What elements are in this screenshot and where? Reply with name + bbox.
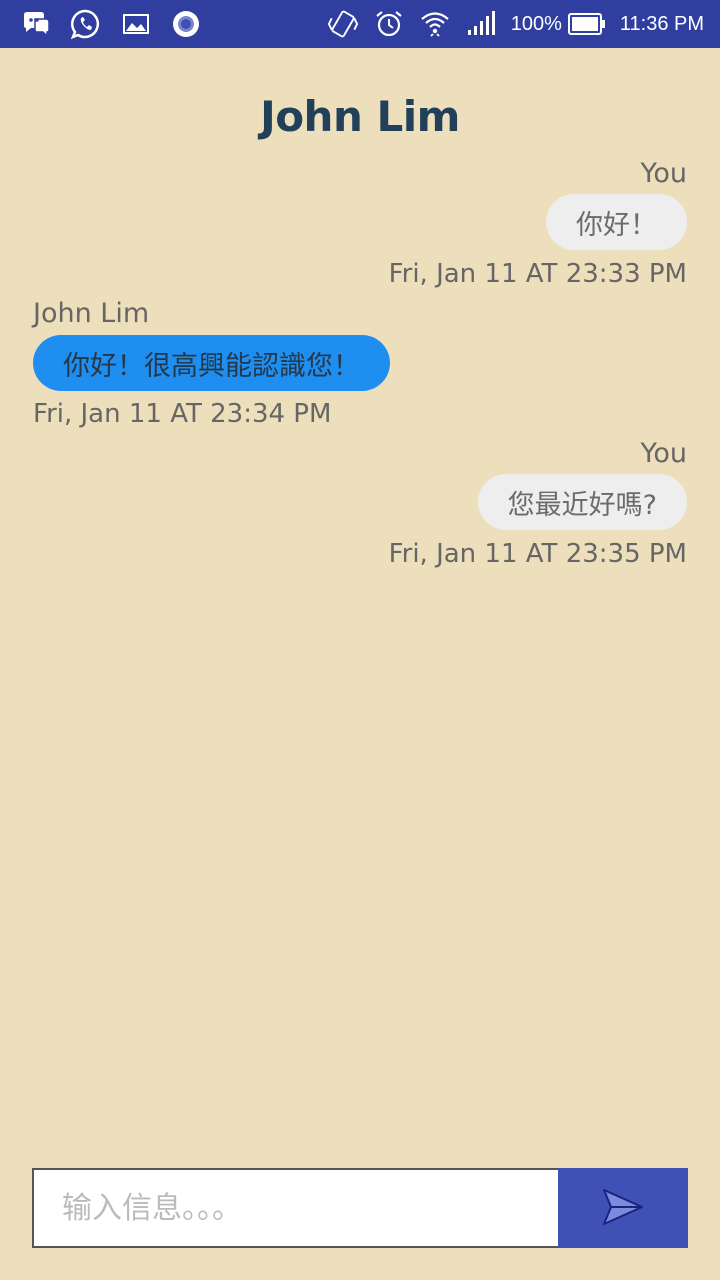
alarm-icon bbox=[373, 8, 405, 40]
message-timestamp: Fri, Jan 11 AT 23:35 PM bbox=[388, 539, 687, 569]
message-timestamp: Fri, Jan 11 AT 23:33 PM bbox=[388, 259, 687, 289]
message-bubble-outgoing[interactable]: 你好！ bbox=[546, 194, 687, 250]
notification-icons bbox=[20, 0, 202, 48]
discord-icon bbox=[20, 8, 52, 40]
system-indicators: 100% 11:36 PM bbox=[327, 0, 704, 48]
vibrate-icon bbox=[327, 8, 359, 40]
battery-icon bbox=[567, 8, 606, 40]
message-bubble-incoming[interactable]: 你好！很高興能認識您！ bbox=[33, 335, 390, 391]
record-icon bbox=[170, 8, 202, 40]
chat-title: John Lim bbox=[260, 92, 460, 141]
clock: 11:36 PM bbox=[619, 12, 704, 35]
signal-icon bbox=[465, 8, 497, 40]
status-bar: 100% 11:36 PM bbox=[0, 0, 720, 48]
send-button[interactable] bbox=[558, 1168, 688, 1248]
whatsapp-icon bbox=[70, 8, 102, 40]
message-input[interactable] bbox=[32, 1168, 558, 1248]
message-bubble-outgoing[interactable]: 您最近好嗎? bbox=[477, 474, 687, 530]
gallery-icon bbox=[120, 8, 152, 40]
message-sender: John Lim bbox=[33, 298, 150, 329]
send-icon bbox=[601, 1187, 645, 1230]
wifi-icon bbox=[419, 8, 451, 40]
message-sender: You bbox=[640, 438, 687, 469]
message-timestamp: Fri, Jan 11 AT 23:34 PM bbox=[33, 399, 332, 429]
battery-percent: 100% bbox=[510, 12, 562, 35]
message-composer bbox=[32, 1168, 688, 1248]
message-sender: You bbox=[640, 158, 687, 189]
